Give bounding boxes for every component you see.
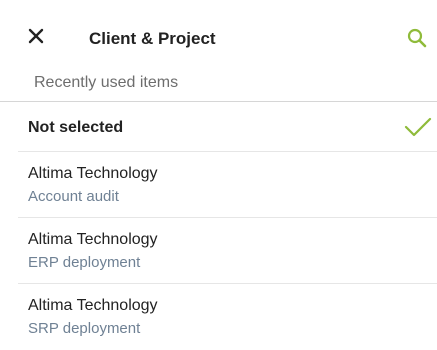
search-button[interactable] — [406, 27, 432, 53]
check-icon — [404, 117, 432, 137]
project-name: Account audit — [28, 188, 119, 205]
list-item[interactable]: Altima Technology Account audit — [0, 152, 437, 218]
item-list: Not selected Altima Technology Account a… — [0, 102, 437, 350]
client-project-picker: Client & Project Recently used items Not… — [0, 0, 437, 348]
list-item[interactable]: Altima Technology SRP deployment — [0, 284, 437, 350]
not-selected-option[interactable]: Not selected — [0, 102, 437, 152]
project-name: SRP deployment — [28, 320, 141, 337]
client-name: Altima Technology — [28, 165, 158, 182]
not-selected-label: Not selected — [28, 119, 124, 136]
project-name: ERP deployment — [28, 254, 141, 271]
client-name: Altima Technology — [28, 231, 158, 248]
header: Client & Project — [0, 0, 437, 68]
section-label: Recently used items — [34, 74, 179, 91]
search-icon — [407, 28, 427, 48]
close-icon — [28, 28, 44, 44]
client-name: Altima Technology — [28, 297, 158, 314]
list-item[interactable]: Altima Technology ERP deployment — [0, 218, 437, 284]
close-button[interactable] — [26, 26, 56, 56]
page-title: Client & Project — [89, 29, 216, 48]
